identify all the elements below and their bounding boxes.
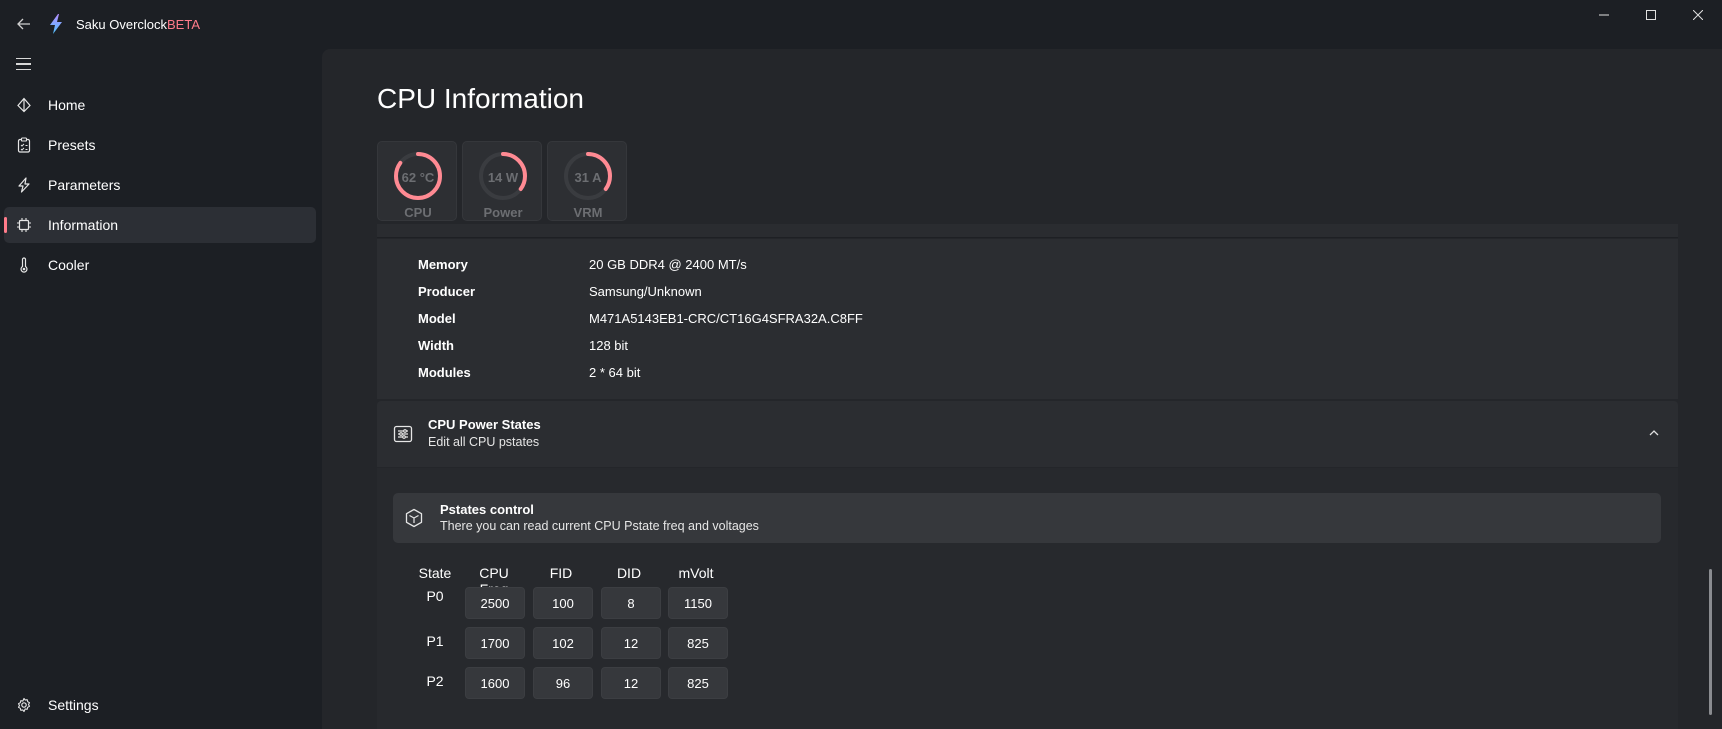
- close-button[interactable]: [1675, 0, 1721, 30]
- column-header-did: DID: [616, 565, 642, 581]
- info-value: 2 * 64 bit: [589, 365, 641, 380]
- info-row: Modules 2 * 64 bit: [377, 365, 1677, 385]
- settings-label: Settings: [48, 697, 99, 713]
- sidebar-item-parameters[interactable]: Parameters: [4, 167, 316, 203]
- gear-icon: [16, 697, 32, 713]
- info-key: Modules: [418, 365, 471, 380]
- minimize-button[interactable]: [1581, 0, 1627, 30]
- sidebar-item-label: Home: [48, 97, 86, 113]
- memory-info-card: Memory 20 GB DDR4 @ 2400 MT/s Producer S…: [377, 239, 1678, 399]
- chip-icon: [16, 217, 32, 233]
- gauge-value: 31 A: [574, 170, 602, 185]
- info-row: Memory 20 GB DDR4 @ 2400 MT/s: [377, 257, 1677, 277]
- gauge-value: 14 W: [487, 170, 519, 185]
- did-field[interactable]: 12: [601, 627, 661, 659]
- sidebar-item-label: Presets: [48, 137, 96, 153]
- expander-subtitle: Edit all CPU pstates: [428, 435, 540, 449]
- gauge-label: CPU: [404, 205, 432, 220]
- app-title: Saku Overclock: [76, 17, 168, 32]
- info-value: Samsung/Unknown: [589, 284, 702, 299]
- sidebar-item-information[interactable]: Information: [4, 207, 316, 243]
- lightning-icon: [16, 177, 32, 193]
- did-field[interactable]: 8: [601, 587, 661, 619]
- maximize-button[interactable]: [1628, 0, 1674, 30]
- column-header-state: State: [418, 565, 452, 581]
- fid-field[interactable]: 102: [533, 627, 593, 659]
- cpu-freq-field[interactable]: 1700: [465, 627, 525, 659]
- gauge-label: Power: [483, 205, 523, 220]
- sidebar-item-cooler[interactable]: Cooler: [4, 247, 316, 283]
- fid-field[interactable]: 100: [533, 587, 593, 619]
- title-bar: Saku Overclock BETA: [0, 0, 1722, 48]
- arrow-left-icon: [17, 18, 30, 30]
- mvolt-field[interactable]: 825: [668, 667, 728, 699]
- clipboard-icon: [16, 137, 32, 153]
- power-states-content: Pstates control There you can read curre…: [377, 468, 1678, 729]
- hamburger-icon: [16, 57, 31, 60]
- menu-toggle-button[interactable]: [12, 52, 36, 76]
- sidebar-item-presets[interactable]: Presets: [4, 127, 316, 163]
- sidebar-item-home[interactable]: Home: [4, 87, 316, 123]
- power-states-expander-header[interactable]: CPU Power States Edit all CPU pstates: [377, 401, 1678, 467]
- fid-field[interactable]: 96: [533, 667, 593, 699]
- info-key: Producer: [418, 284, 476, 299]
- minimize-icon: [1599, 14, 1609, 16]
- chevron-up-icon[interactable]: [1646, 425, 1662, 441]
- maximize-icon: [1646, 10, 1656, 20]
- pstate-label: P1: [426, 633, 444, 649]
- thermometer-icon: [16, 257, 32, 273]
- info-row: Producer Samsung/Unknown: [377, 284, 1677, 304]
- info-value: M471A5143EB1-CRC/CT16G4SFRA32A.C8FF: [589, 311, 863, 326]
- mvolt-field[interactable]: 1150: [668, 587, 728, 619]
- pstates-control-subtitle: There you can read current CPU Pstate fr…: [440, 519, 759, 533]
- info-key: Model: [418, 311, 456, 326]
- column-header-mvolt: mVolt: [678, 565, 714, 581]
- main-content: CPU Information 62 °C CPU 14 W Power 31 …: [322, 49, 1722, 729]
- pstate-label: P0: [426, 588, 444, 604]
- info-row: Model M471A5143EB1-CRC/CT16G4SFRA32A.C8F…: [377, 311, 1677, 331]
- sidebar-item-label: Cooler: [48, 257, 90, 273]
- info-value: 128 bit: [589, 338, 629, 353]
- home-icon: [16, 97, 32, 113]
- sidebar-item-label: Parameters: [48, 177, 121, 193]
- mvolt-field[interactable]: 825: [668, 627, 728, 659]
- app-logo-icon: [50, 14, 62, 34]
- pstate-label: P2: [426, 673, 444, 689]
- info-key: Width: [418, 338, 454, 353]
- vertical-scrollbar[interactable]: [1709, 569, 1712, 715]
- power-gauge: 14 W Power: [462, 141, 542, 221]
- sidebar-item-label: Information: [48, 217, 119, 233]
- pstates-control-card: Pstates control There you can read curre…: [393, 493, 1661, 543]
- vrm-gauge: 31 A VRM: [547, 141, 627, 221]
- cpu-freq-field[interactable]: 1600: [465, 667, 525, 699]
- page-title: CPU Information: [377, 83, 584, 114]
- pstates-control-title: Pstates control: [440, 502, 534, 517]
- settings-sliders-icon: [393, 425, 413, 443]
- gauge-value: 62 °C: [401, 170, 435, 185]
- info-row: Width 128 bit: [377, 338, 1677, 358]
- did-field[interactable]: 12: [601, 667, 661, 699]
- back-button[interactable]: [12, 12, 36, 36]
- column-header-fid: FID: [549, 565, 573, 581]
- info-key: Memory: [418, 257, 468, 272]
- beta-badge: BETA: [167, 17, 200, 32]
- cpu-temp-gauge: 62 °C CPU: [377, 141, 457, 221]
- section-divider: [377, 224, 1678, 238]
- close-icon: [1693, 10, 1703, 20]
- expander-title: CPU Power States: [428, 417, 541, 432]
- info-value: 20 GB DDR4 @ 2400 MT/s: [589, 257, 747, 272]
- sidebar-item-settings[interactable]: Settings: [4, 687, 316, 723]
- cpu-freq-field[interactable]: 2500: [465, 587, 525, 619]
- cube-icon: [405, 508, 423, 528]
- gauge-label: VRM: [573, 205, 603, 220]
